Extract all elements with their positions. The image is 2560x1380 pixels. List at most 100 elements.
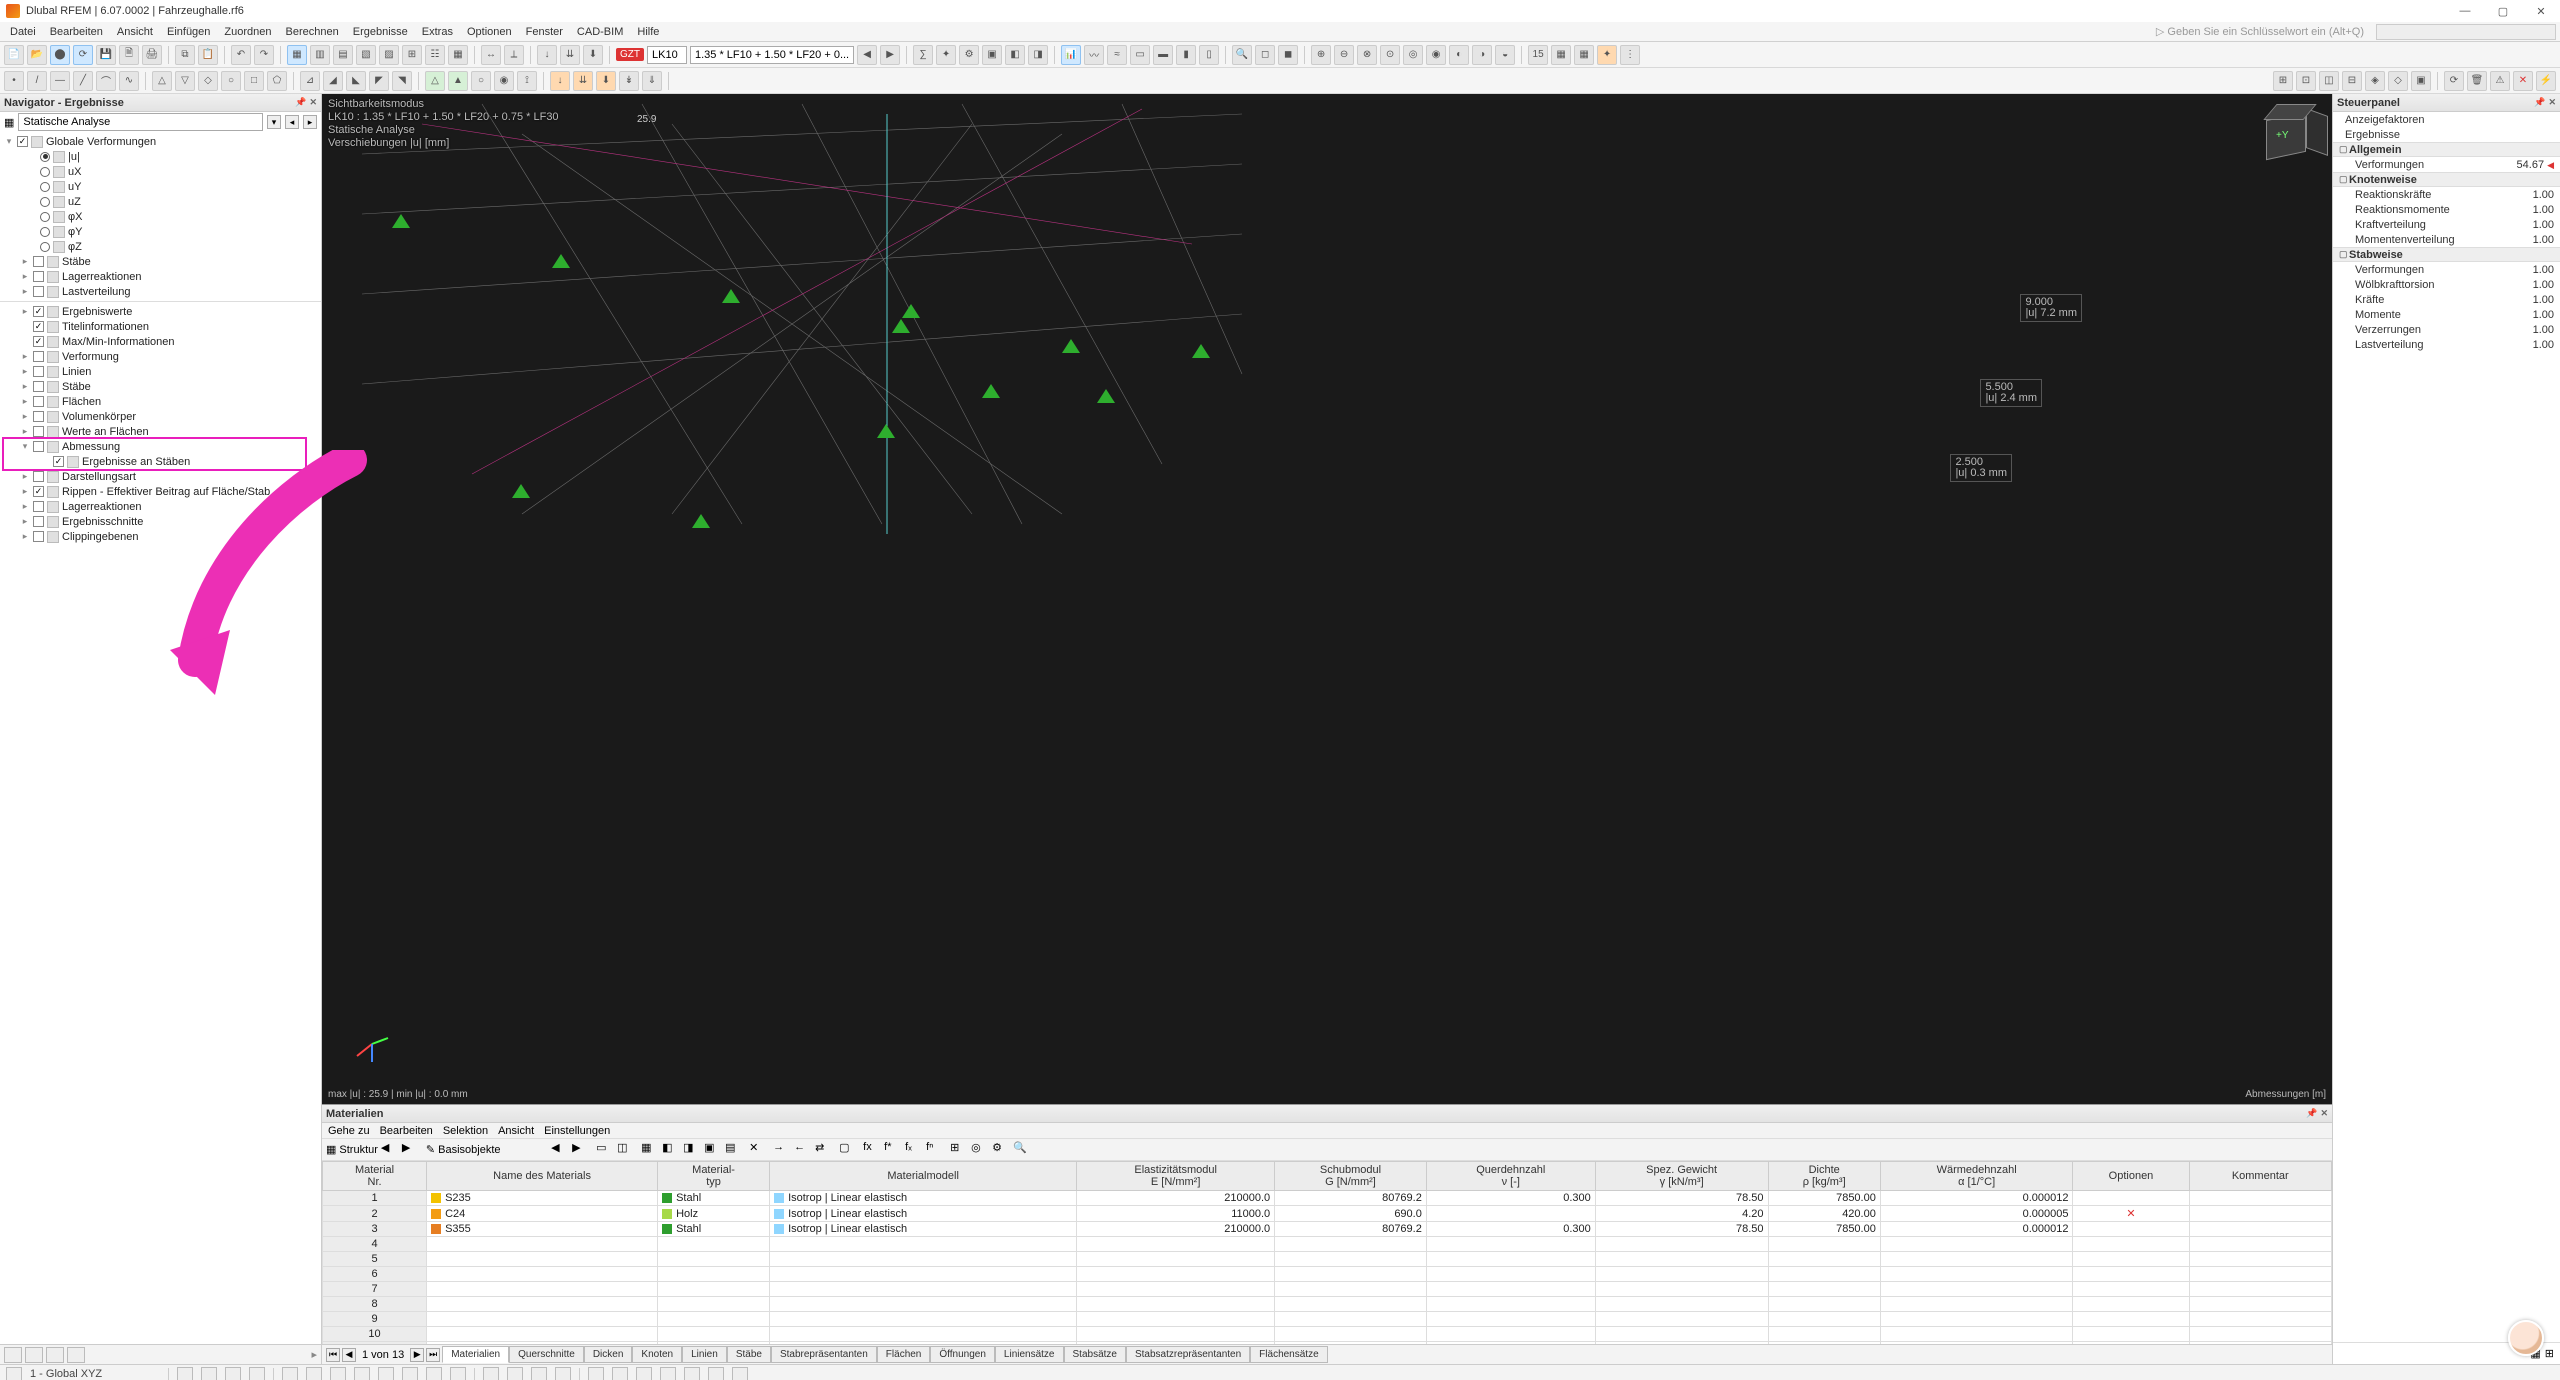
checkbox[interactable] [33,426,44,437]
load-icon[interactable]: ↓ [537,45,557,65]
hinge-icon[interactable]: ◉ [494,71,514,91]
load-icon[interactable]: ↡ [619,71,639,91]
nav-prev[interactable]: ◀ [381,1141,399,1159]
tree-label[interactable]: Flächen [62,396,101,408]
pin-icon[interactable]: 📌 [2306,1108,2317,1119]
tool-icon[interactable] [330,1367,346,1380]
close-icon[interactable]: ✕ [2548,97,2556,108]
maximize-button[interactable]: ▢ [2484,0,2522,22]
mat-menu-item[interactable]: Selektion [443,1125,488,1137]
line-icon[interactable]: ╱ [73,71,93,91]
release-icon[interactable]: ⟟ [517,71,537,91]
radio-label[interactable]: uY [68,181,81,193]
tool-icon[interactable] [450,1367,466,1380]
tool-icon[interactable]: ▮ [1176,45,1196,65]
tree-label[interactable]: Volumenkörper [62,411,136,423]
search-hint[interactable]: ▷ Geben Sie ein Schlüsselwort ein (Alt+Q… [2150,23,2374,40]
tool-icon[interactable]: ▦ [1574,45,1594,65]
tool-icon[interactable]: ⟳ [73,45,93,65]
col-header[interactable]: MaterialNr. [323,1162,427,1191]
delete-icon[interactable]: 🗑 [2467,71,2487,91]
shape-icon[interactable]: ▽ [175,71,195,91]
line-icon[interactable]: — [50,71,70,91]
last-button[interactable]: ⏭ [426,1348,440,1362]
col-header[interactable]: Wärmedehnzahlα [1/°C] [1880,1162,2073,1191]
tool-icon[interactable]: ✦ [936,45,956,65]
results-icon[interactable]: 📊 [1061,45,1081,65]
menu-item[interactable]: Fenster [520,24,569,40]
tree-label[interactable]: Stäbe [62,381,91,393]
menu-item[interactable]: Hilfe [631,24,665,40]
tool-icon[interactable]: ⊙ [1380,45,1400,65]
tool-icon[interactable]: ◥ [392,71,412,91]
tree-label[interactable]: Linien [62,366,91,378]
radio-label[interactable]: φY [68,226,82,238]
combo-prev[interactable]: ◂ [285,115,299,129]
view-icon[interactable]: ▤ [333,45,353,65]
param-value[interactable]: 1.00 [2533,204,2554,216]
view-icon[interactable]: ⊞ [402,45,422,65]
radio-label[interactable]: uZ [68,196,81,208]
tool-icon[interactable] [201,1367,217,1380]
tool-icon[interactable]: ← [794,1141,812,1159]
section-header[interactable]: Stabweise [2349,249,2403,261]
snap-icon[interactable]: ⊡ [2296,71,2316,91]
menu-item[interactable]: CAD-BIM [571,24,629,40]
col-header[interactable]: Querdehnzahlν [-] [1426,1162,1595,1191]
tool-icon[interactable] [531,1367,547,1380]
grid-icon[interactable]: ⊞ [2273,71,2293,91]
minimize-button[interactable]: — [2446,0,2484,22]
curve-icon[interactable]: ⌒ [96,71,116,91]
nav-next[interactable]: ▶ [402,1141,420,1159]
checkbox[interactable] [17,136,28,147]
tool-icon[interactable]: ▢ [839,1141,857,1159]
tool-icon[interactable]: ◎ [971,1141,989,1159]
tab-icon[interactable] [25,1347,43,1363]
table-tab[interactable]: Flächensätze [1250,1346,1327,1363]
menu-item[interactable]: Zuordnen [218,24,277,40]
checkbox[interactable] [33,321,44,332]
radio[interactable] [40,197,50,207]
checkbox[interactable] [33,411,44,422]
radio[interactable] [40,167,50,177]
close-button[interactable]: ✕ [2522,0,2560,22]
calc-icon[interactable]: ∑ [913,45,933,65]
close-icon[interactable]: ✕ [309,97,317,108]
tool-icon[interactable]: ▯ [1199,45,1219,65]
search-icon[interactable]: 🔍 [1013,1141,1031,1159]
tool-icon[interactable]: ▣ [704,1141,722,1159]
mat-menu-item[interactable]: Gehe zu [328,1125,370,1137]
loadcombo-combo[interactable]: 1.35 * LF10 + 1.50 * LF20 + 0... [690,46,854,64]
tool-icon[interactable]: ▬ [1153,45,1173,65]
tool-icon[interactable]: ▦ [1551,45,1571,65]
combo-next[interactable]: ▸ [303,115,317,129]
dim-icon[interactable]: ⟂ [504,45,524,65]
mat-menu-item[interactable]: Ansicht [498,1125,534,1137]
menu-item[interactable]: Ergebnisse [347,24,414,40]
load-icon[interactable]: ⬇ [596,71,616,91]
radio[interactable] [40,227,50,237]
point-icon[interactable]: • [4,71,24,91]
tree-label[interactable]: Ergebnisse an Stäben [82,456,190,468]
table-tab[interactable]: Stabsatzrepräsentanten [1126,1346,1250,1363]
snap-icon[interactable]: ◈ [2365,71,2385,91]
open-icon[interactable]: 📂 [27,45,47,65]
table-tab[interactable]: Öffnungen [930,1346,995,1363]
table-tab[interactable]: Linien [682,1346,727,1363]
tool-icon[interactable]: ◨ [1028,45,1048,65]
view-icon[interactable]: ☷ [425,45,445,65]
tree-label[interactable]: Abmessung [62,441,120,453]
first-button[interactable]: ⏮ [326,1348,340,1362]
pin-icon[interactable]: 📌 [295,97,306,108]
coordsys-combo[interactable]: 1 - Global XYZ [30,1368,160,1380]
tool-icon[interactable] [177,1367,193,1380]
nav-prev[interactable]: ◀ [857,45,877,65]
paste-icon[interactable]: 📋 [198,45,218,65]
col-header[interactable]: SchubmodulG [N/mm²] [1275,1162,1427,1191]
tree-label[interactable]: Werte an Flächen [62,426,149,438]
tool-icon[interactable]: ◣ [346,71,366,91]
tab-icon[interactable] [4,1347,22,1363]
shape-icon[interactable]: □ [244,71,264,91]
tool-icon[interactable] [282,1367,298,1380]
tool-icon[interactable]: ◒ [1495,45,1515,65]
